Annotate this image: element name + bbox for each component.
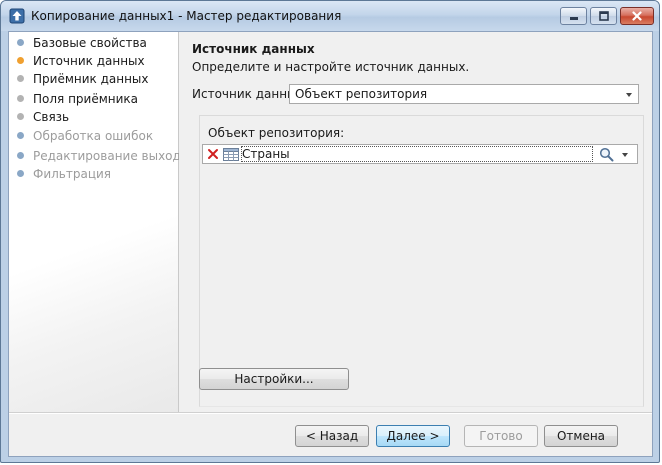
maximize-icon: [598, 11, 609, 21]
close-icon: [632, 11, 642, 21]
step-done-icon: [17, 39, 24, 46]
back-button[interactable]: < Назад: [295, 425, 369, 447]
wizard-client-area: Базовые свойства Источник данных Приёмни…: [8, 31, 653, 457]
clear-icon[interactable]: [207, 148, 219, 160]
repository-object-field[interactable]: Страны: [202, 144, 638, 164]
search-icon[interactable]: [599, 147, 614, 162]
step-current-icon: [17, 57, 24, 64]
nav-step-label: Базовые свойства: [33, 36, 147, 50]
nav-step-data-source[interactable]: Источник данных: [17, 52, 145, 70]
repository-object-label: Объект репозитория:: [208, 126, 345, 140]
close-button[interactable]: [620, 7, 654, 25]
data-source-select[interactable]: Объект репозитория: [289, 84, 639, 104]
window-title: Копирование данных1 - Мастер редактирова…: [31, 9, 342, 23]
minimize-icon: [569, 17, 578, 20]
nav-step-error-handling: Обработка ошибок: [17, 127, 153, 145]
title-bar[interactable]: Копирование данных1 - Мастер редактирова…: [1, 1, 659, 31]
settings-button[interactable]: Настройки...: [199, 368, 349, 390]
step-content: Источник данных Определите и настройте и…: [179, 32, 652, 412]
repository-object-value[interactable]: Страны: [241, 146, 593, 162]
footer-divider: [9, 412, 652, 414]
app-icon: [9, 8, 25, 24]
nav-step-base-properties[interactable]: Базовые свойства: [17, 34, 147, 52]
section-subtitle: Определите и настройте источник данных.: [192, 60, 470, 74]
step-pending-icon: [17, 95, 24, 102]
nav-step-label: Обработка ошибок: [33, 129, 154, 143]
step-disabled-icon: [17, 170, 24, 177]
finish-button: Готово: [464, 425, 538, 447]
step-pending-icon: [17, 113, 24, 120]
step-disabled-icon: [17, 132, 24, 139]
next-button[interactable]: Далее >: [376, 425, 450, 447]
nav-step-label: Редактирование выхода: [33, 149, 189, 163]
nav-step-label: Связь: [33, 110, 70, 124]
nav-step-receiver-fields[interactable]: Поля приёмника: [17, 90, 138, 108]
nav-step-label: Приёмник данных: [33, 72, 149, 86]
table-icon: [223, 148, 239, 161]
nav-step-data-receiver[interactable]: Приёмник данных: [17, 70, 149, 88]
chevron-down-icon[interactable]: [626, 93, 632, 97]
data-source-value: Объект репозитория: [295, 87, 428, 101]
maximize-button[interactable]: [590, 7, 617, 25]
nav-step-label: Фильтрация: [33, 167, 112, 181]
chevron-down-icon[interactable]: [622, 153, 628, 157]
nav-step-label: Источник данных: [33, 54, 145, 68]
step-pending-icon: [17, 75, 24, 82]
minimize-button[interactable]: [560, 7, 587, 25]
repository-object-group: Объект репозитория: Страны: [199, 115, 644, 407]
nav-step-filtering: Фильтрация: [17, 165, 111, 183]
nav-step-link[interactable]: Связь: [17, 108, 69, 126]
step-disabled-icon: [17, 152, 24, 159]
wizard-window: Копирование данных1 - Мастер редактирова…: [0, 0, 660, 463]
cancel-button[interactable]: Отмена: [544, 425, 618, 447]
nav-step-label: Поля приёмника: [33, 92, 139, 106]
wizard-steps-nav: Базовые свойства Источник данных Приёмни…: [9, 32, 188, 412]
nav-step-output-editing: Редактирование выхода: [17, 147, 188, 165]
section-title: Источник данных: [192, 42, 315, 56]
